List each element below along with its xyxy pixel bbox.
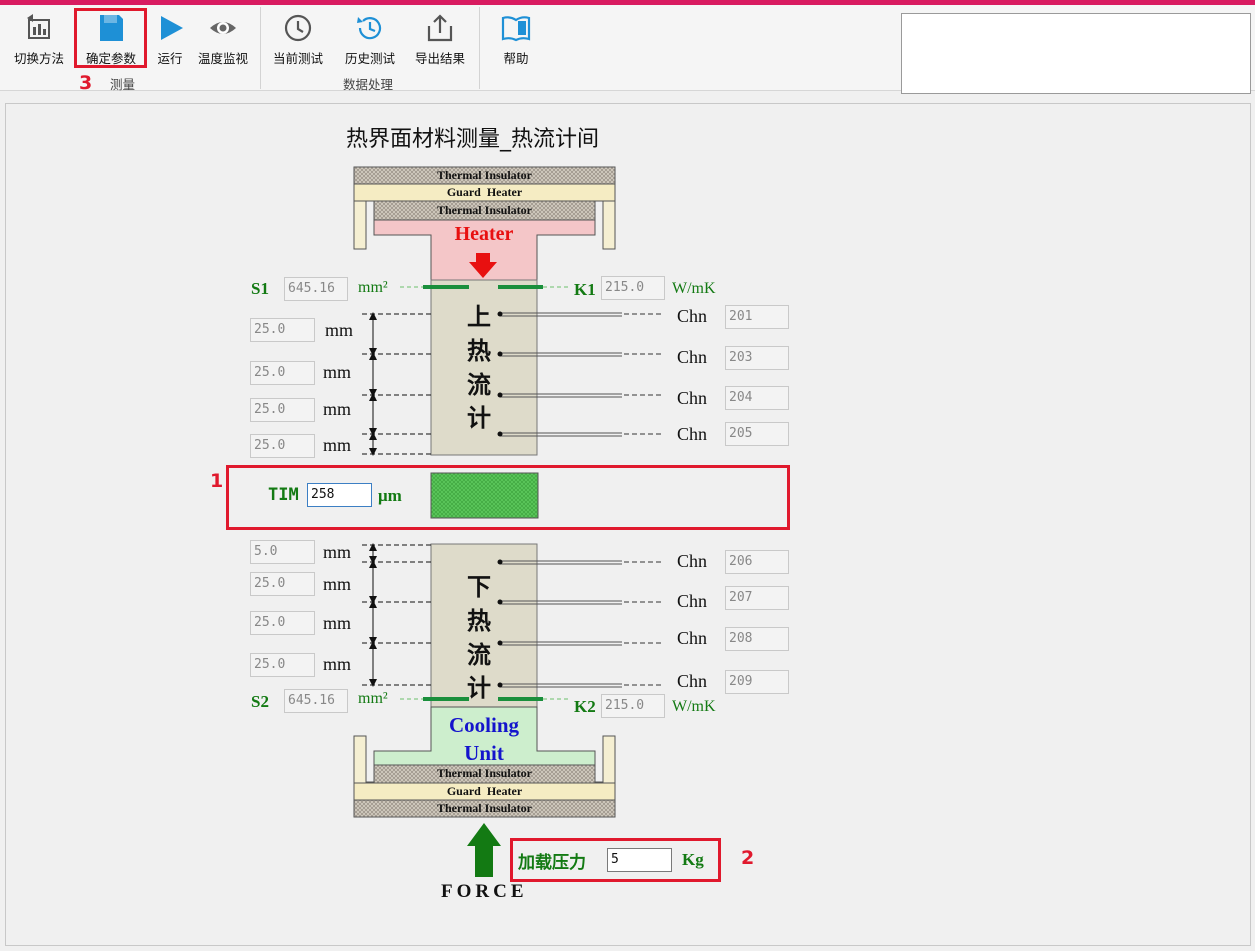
channel-label: Chn	[677, 347, 708, 367]
lower-meter-char: 流	[467, 641, 491, 669]
channel-label: Chn	[677, 424, 708, 444]
channel-label: Chn	[677, 551, 708, 571]
k2-label: K2	[574, 697, 596, 716]
force-label: FORCE	[441, 881, 528, 902]
tim-label: TIM	[268, 485, 299, 505]
bottom-thermal-insulator-label: Thermal Insulator	[436, 801, 532, 815]
tim-thickness-input[interactable]: 258	[307, 483, 372, 507]
upper-meter-char: 热	[467, 337, 491, 365]
s2-label: S2	[251, 692, 269, 711]
top-guard-heater-label: Guard Heater	[446, 185, 523, 199]
cooling-label-line1: Cooling	[448, 713, 519, 737]
upper-meter-char: 计	[467, 404, 491, 432]
channel-label: Chn	[677, 671, 708, 691]
tim-unit: μm	[378, 486, 402, 505]
channel-label: Chn	[677, 628, 708, 648]
k1-unit: W/mK	[672, 280, 716, 297]
s2-unit: mm²	[358, 690, 388, 707]
annotation-number: 1	[210, 470, 224, 492]
mm-unit: mm	[323, 613, 352, 633]
mm-unit: mm	[323, 362, 352, 382]
lower-channel-field[interactable]: 209	[725, 670, 789, 694]
lower-meter-char: 下	[467, 573, 491, 601]
pressure-input[interactable]: 5	[607, 848, 672, 872]
s1-label: S1	[251, 279, 269, 298]
annotation-number: 2	[741, 847, 755, 869]
k2-unit: W/mK	[672, 698, 716, 715]
upper-distance-field[interactable]: 25.0	[250, 361, 315, 385]
upper-distance-field[interactable]: 25.0	[250, 398, 315, 422]
lower-distance-field[interactable]: 25.0	[250, 611, 315, 635]
pressure-unit: Kg	[682, 850, 704, 869]
bottom-guard-heater-label: Guard Heater	[446, 784, 523, 798]
channel-label: Chn	[677, 306, 708, 326]
mm-unit: mm	[323, 574, 352, 594]
lower-meter-char: 计	[467, 674, 491, 702]
lower-distance-field[interactable]: 25.0	[250, 572, 315, 596]
upper-channel-field[interactable]: 205	[725, 422, 789, 446]
upper-meter-char: 上	[467, 303, 491, 331]
channel-label: Chn	[677, 591, 708, 611]
upper-distance-field[interactable]: 25.0	[250, 434, 315, 458]
top-inner-insulator-label: Thermal Insulator	[436, 203, 532, 217]
bottom-inner-insulator-label: Thermal Insulator	[436, 766, 532, 780]
heater-label: Heater	[454, 223, 514, 245]
lower-channel-field[interactable]: 206	[725, 550, 789, 574]
k1-label: K1	[574, 280, 596, 299]
lower-channel-field[interactable]: 207	[725, 586, 789, 610]
s1-area-field[interactable]: 645.16	[284, 277, 348, 301]
mm-unit: mm	[323, 542, 352, 562]
mm-unit: mm	[323, 654, 352, 674]
upper-channel-field[interactable]: 203	[725, 346, 789, 370]
mm-unit: mm	[325, 320, 354, 340]
cooling-label-line2: Unit	[464, 741, 504, 765]
top-thermal-insulator-label: Thermal Insulator	[436, 168, 532, 182]
upper-channel-field[interactable]: 201	[725, 305, 789, 329]
upper-distance-field[interactable]: 25.0	[250, 318, 315, 342]
lower-distance-field[interactable]: 5.0	[250, 540, 315, 564]
pressure-label: 加载压力	[518, 853, 586, 873]
mm-unit: mm	[323, 399, 352, 419]
channel-label: Chn	[677, 388, 708, 408]
s2-area-field[interactable]: 645.16	[284, 689, 348, 713]
lower-distance-field[interactable]: 25.0	[250, 653, 315, 677]
k1-conductivity-field[interactable]: 215.0	[601, 276, 665, 300]
s1-unit: mm²	[358, 279, 388, 296]
mm-unit: mm	[323, 435, 352, 455]
k2-conductivity-field[interactable]: 215.0	[601, 694, 665, 718]
upper-meter-char: 流	[467, 371, 491, 399]
lower-meter-char: 热	[467, 607, 491, 635]
lower-channel-field[interactable]: 208	[725, 627, 789, 651]
force-arrow	[467, 823, 501, 877]
upper-channel-field[interactable]: 204	[725, 386, 789, 410]
